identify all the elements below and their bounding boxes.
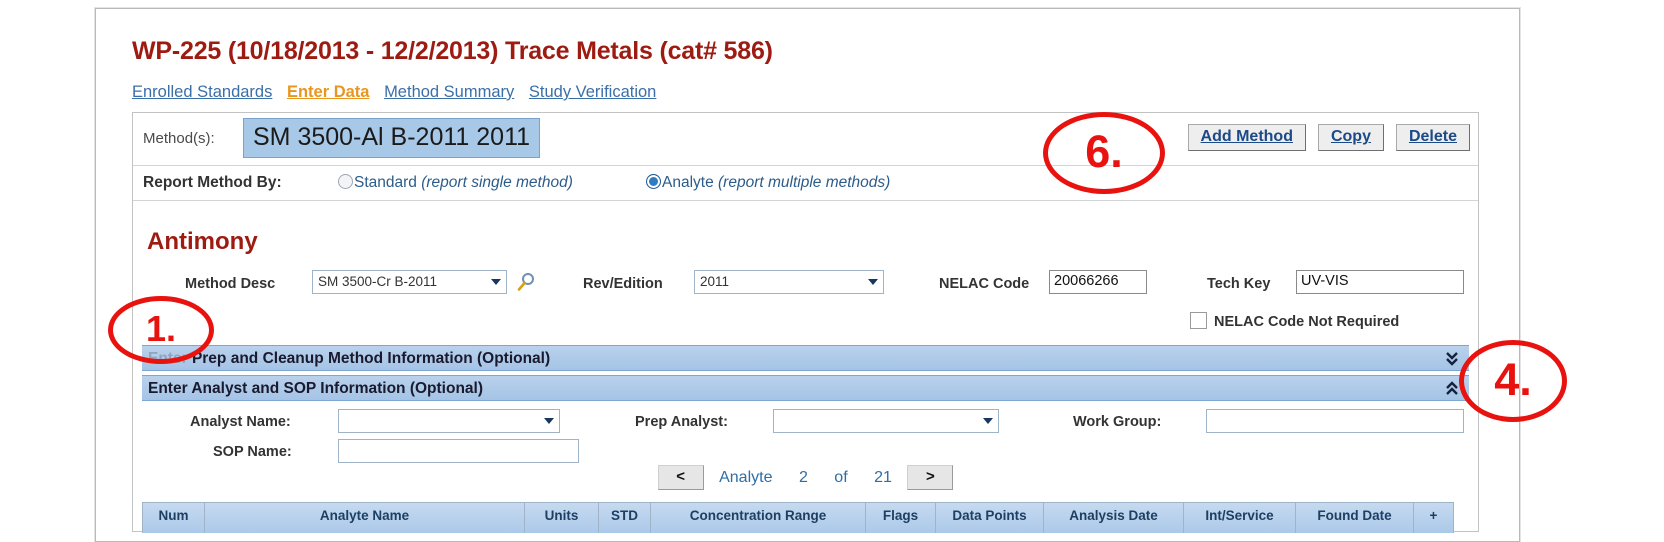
method-detail-row: Method Desc SM 3500-Cr B-2011 Rev/Editio… (133, 270, 1478, 300)
method-desc-select[interactable]: SM 3500-Cr B-2011 (312, 270, 507, 294)
table-column-header[interactable]: Found Date (1296, 502, 1414, 533)
table-column-header[interactable]: Analysis Date (1044, 502, 1184, 533)
rev-edition-label: Rev/Edition (583, 276, 663, 292)
nelac-not-required-label: NELAC Code Not Required (1214, 314, 1400, 330)
method-panel: Method(s): SM 3500-Al B-2011 2011 Add Me… (132, 112, 1479, 533)
nelac-code-value: 20066266 (1054, 273, 1119, 289)
nelac-code-field[interactable]: 20066266 (1049, 270, 1147, 294)
analyst-row-2: SOP Name: (133, 439, 1478, 467)
add-method-button[interactable]: Add Method (1187, 124, 1306, 151)
nelac-not-required-checkbox[interactable] (1190, 312, 1207, 329)
annotation-6: 6. (1043, 112, 1165, 194)
radio-standard-dot (338, 174, 353, 189)
analyte-heading: Antimony (147, 228, 258, 255)
table-column-header[interactable]: Data Points (936, 502, 1044, 533)
section-prep-cleanup[interactable]: Enter Prep and Cleanup Method Informatio… (142, 345, 1469, 371)
report-method-row: Report Method By: Standard (report singl… (133, 166, 1478, 201)
chevron-down-icon (868, 279, 878, 285)
analyst-name-label: Analyst Name: (190, 414, 291, 430)
work-group-field[interactable] (1206, 409, 1464, 433)
work-group-label: Work Group: (1073, 414, 1162, 430)
radio-analyte-dot (646, 174, 661, 189)
radio-analyte-note: (report multiple methods) (718, 174, 891, 191)
sop-name-field[interactable] (338, 439, 579, 463)
nav-link-enrolled-standards[interactable]: Enrolled Standards (132, 83, 272, 101)
nav-link-method-summary[interactable]: Method Summary (384, 83, 514, 101)
nav-link-enter-data[interactable]: Enter Data (287, 83, 370, 101)
radio-standard[interactable]: Standard (report single method) (338, 174, 573, 192)
table-column-header[interactable]: Num (143, 502, 205, 533)
chevron-double-up-icon[interactable] (1445, 378, 1459, 404)
rev-edition-value: 2011 (700, 274, 730, 289)
nav-links: Enrolled Standards Enter Data Method Sum… (132, 83, 666, 102)
radio-analyte-label: Analyte (662, 174, 714, 191)
delete-button[interactable]: Delete (1395, 124, 1470, 151)
table-column-header[interactable]: Units (525, 502, 599, 533)
table-column-header[interactable]: Analyte Name (205, 502, 525, 533)
nelac-code-label: NELAC Code (939, 276, 1030, 292)
left-gutter (0, 0, 95, 542)
tech-key-field[interactable]: UV-VIS (1296, 270, 1464, 294)
section-analyst-sop-text: Enter Analyst and SOP Information (Optio… (148, 380, 483, 397)
radio-analyte[interactable]: Analyte (report multiple methods) (646, 174, 890, 192)
chevron-down-icon (983, 418, 993, 424)
table-column-header[interactable]: Int/Service (1184, 502, 1296, 533)
nelac-not-required-row[interactable]: NELAC Code Not Required (1190, 312, 1399, 331)
table-column-header[interactable]: + (1414, 502, 1454, 533)
nav-link-study-verification[interactable]: Study Verification (529, 83, 657, 101)
analyte-table-header: Num Analyte Name Units STD Concentration… (142, 502, 1469, 533)
page-title: WP-225 (10/18/2013 - 12/2/2013) Trace Me… (132, 37, 773, 65)
prep-analyst-select[interactable] (773, 409, 999, 433)
pager-entity-label: Analyte (719, 468, 773, 486)
rev-edition-select[interactable]: 2011 (694, 270, 884, 294)
section-prep-cleanup-text: Prep and Cleanup Method Information (Opt… (191, 350, 551, 367)
table-column-header[interactable]: Flags (866, 502, 936, 533)
pager-current-index: 2 (798, 468, 808, 486)
magnifier-icon[interactable] (516, 272, 536, 292)
tech-key-value: UV-VIS (1301, 273, 1349, 289)
table-column-header[interactable]: STD (599, 502, 651, 533)
prep-analyst-label: Prep Analyst: (635, 414, 728, 430)
pager-total-count: 21 (874, 468, 892, 486)
method-desc-label: Method Desc (185, 276, 276, 292)
section-prep-cleanup-label: Enter Prep and Cleanup Method Informatio… (148, 350, 550, 368)
chevron-double-down-icon[interactable] (1445, 348, 1459, 374)
annotation-1: 1. (108, 296, 214, 364)
section-analyst-sop[interactable]: Enter Analyst and SOP Information (Optio… (142, 375, 1469, 401)
method-button-group: Add Method Copy Delete (1187, 124, 1470, 151)
tech-key-label: Tech Key (1207, 276, 1271, 292)
chevron-down-icon (491, 279, 501, 285)
method-desc-value: SM 3500-Cr B-2011 (318, 274, 438, 289)
page-frame: WP-225 (10/18/2013 - 12/2/2013) Trace Me… (95, 8, 1520, 542)
analyst-row-1: Analyst Name: Prep Analyst: Work Group: (133, 409, 1478, 437)
table-column-header[interactable]: Concentration Range (651, 502, 866, 533)
report-method-label: Report Method By: (143, 174, 282, 191)
radio-standard-label: Standard (354, 174, 417, 191)
right-gutter (1521, 0, 1664, 542)
prev-analyte-button[interactable]: < (657, 465, 704, 490)
pager-of-label: of (834, 468, 848, 486)
analyte-pager: < Analyte 2 of 21 > (133, 465, 1478, 490)
methods-selected-value[interactable]: SM 3500-Al B-2011 2011 (243, 118, 541, 158)
method-bar-row: Method(s): SM 3500-Al B-2011 2011 Add Me… (133, 113, 1478, 166)
next-analyte-button[interactable]: > (907, 465, 954, 490)
section-analyst-sop-label: Enter Analyst and SOP Information (Optio… (148, 380, 483, 398)
annotation-4: 4. (1459, 340, 1567, 422)
analyst-name-select[interactable] (338, 409, 560, 433)
methods-label: Method(s): (143, 130, 215, 147)
copy-button[interactable]: Copy (1317, 124, 1384, 151)
sop-name-label: SOP Name: (213, 444, 292, 460)
radio-standard-note: (report single method) (421, 174, 573, 191)
chevron-down-icon (544, 418, 554, 424)
